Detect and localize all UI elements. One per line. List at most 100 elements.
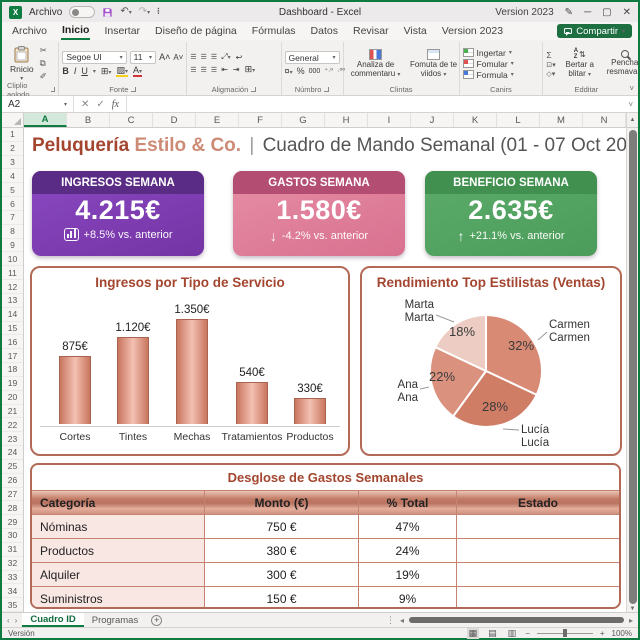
page-layout-view-icon[interactable]: ▤ — [486, 628, 499, 639]
row-header-33[interactable]: 33 — [2, 571, 23, 585]
ribbon-tab-insertar[interactable]: Insertar — [103, 24, 141, 39]
paste-button[interactable]: Rnicio ▾ — [7, 43, 37, 84]
font-size-select[interactable]: 11 ▾ — [129, 50, 157, 64]
zoom-in-icon[interactable]: + — [600, 629, 605, 638]
normal-view-icon[interactable]: ▦ — [466, 627, 480, 639]
share-button[interactable]: Compartir ▾ — [557, 24, 632, 38]
ribbon-tab-version-2023[interactable]: Version 2023 — [441, 24, 504, 39]
wrap-text-icon[interactable]: ↩ — [236, 53, 243, 62]
horizontal-scrollbar[interactable] — [408, 617, 624, 623]
row-header-2[interactable]: 2 — [2, 142, 23, 156]
italic-button[interactable]: I — [74, 66, 77, 76]
row-header-16[interactable]: 16 — [2, 335, 23, 350]
vertical-scrollbar-thumb[interactable] — [628, 130, 637, 604]
align-top-icon[interactable]: ☰ — [190, 53, 196, 61]
sheet-tab-programas[interactable]: Programas — [84, 613, 146, 627]
save-icon[interactable] — [102, 7, 113, 18]
sheet-canvas[interactable]: Peluquería Estilo & Co. | Cuadro de Mand… — [24, 128, 626, 612]
row-header-7[interactable]: 7 — [2, 211, 23, 225]
column-header-l[interactable]: L — [497, 113, 540, 127]
percent-style-icon[interactable]: % — [297, 66, 305, 76]
minimize-button[interactable]: ─ — [584, 7, 591, 18]
insert-function-icon[interactable]: fx — [112, 99, 119, 110]
zoom-slider[interactable] — [536, 629, 593, 637]
row-header-24[interactable]: 24 — [2, 446, 23, 460]
align-bottom-icon[interactable]: ☰ — [211, 53, 217, 61]
clear-icon[interactable]: ◇▾ — [546, 70, 555, 78]
table-row[interactable]: Alquiler 300 €19% — [32, 562, 619, 586]
row-header-26[interactable]: 26 — [2, 474, 23, 488]
comma-style-icon[interactable]: 000 — [309, 68, 321, 75]
vertical-scrollbar[interactable]: ▼ — [626, 128, 638, 612]
tab-splitter-icon[interactable]: ⋮ — [386, 615, 395, 626]
ribbon-tab-vista[interactable]: Vista — [403, 24, 428, 39]
grow-font-icon[interactable]: A˄ — [159, 52, 170, 62]
column-header-i[interactable]: I — [368, 113, 411, 127]
conditional-formatting-button[interactable]: Analiza de commentaru ▾ — [347, 43, 405, 84]
sheet-prev-icon[interactable]: ‹ — [7, 616, 10, 625]
zoom-out-icon[interactable]: − — [525, 629, 530, 638]
hscroll-right-icon[interactable]: ▸ — [629, 616, 633, 625]
row-header-28[interactable]: 28 — [2, 501, 23, 516]
dialog-launcher-icon[interactable] — [50, 87, 56, 92]
hscroll-left-icon[interactable]: ◂ — [400, 616, 404, 625]
format-as-table-button[interactable]: Fomuta de te viidos ▾ — [405, 43, 463, 84]
row-header-17[interactable]: 17 — [2, 349, 23, 364]
row-header-14[interactable]: 14 — [2, 308, 23, 322]
borders-icon[interactable]: ⊞▾ — [101, 66, 112, 77]
number-format-select[interactable]: General ▾ — [284, 51, 340, 64]
find-select-button[interactable]: Pencha resmava ▾ — [604, 43, 640, 84]
row-header-20[interactable]: 20 — [2, 391, 23, 405]
column-header-a[interactable]: A — [24, 113, 67, 127]
align-middle-icon[interactable]: ☰ — [201, 53, 207, 61]
column-header-f[interactable]: F — [239, 113, 282, 127]
row-header-29[interactable]: 29 — [2, 515, 23, 530]
align-right-icon[interactable]: ☰ — [211, 66, 217, 74]
dialog-launcher-icon[interactable] — [251, 87, 257, 92]
autosave-toggle[interactable] — [69, 6, 96, 18]
row-header-22[interactable]: 22 — [2, 418, 23, 433]
scroll-up-icon[interactable]: ▲ — [626, 113, 638, 127]
sort-filter-button[interactable]: A Z ⇅ Bertar a blitar ▾ — [560, 43, 600, 84]
merge-center-icon[interactable]: ⊞▾ — [245, 64, 256, 75]
row-header-8[interactable]: 8 — [2, 225, 23, 239]
row-header-21[interactable]: 21 — [2, 405, 23, 419]
column-header-c[interactable]: C — [110, 113, 153, 127]
collapse-ribbon-icon[interactable]: ˅ — [629, 84, 634, 93]
expand-formula-bar-icon[interactable]: ˅ — [623, 100, 638, 109]
cut-icon[interactable]: ✂ — [40, 45, 47, 56]
row-header-25[interactable]: 25 — [2, 460, 23, 474]
dialog-launcher-icon[interactable] — [324, 87, 330, 92]
column-header-m[interactable]: M — [540, 113, 583, 127]
name-box[interactable]: A2 ▾ — [2, 96, 74, 112]
maximize-button[interactable]: ▢ — [602, 7, 611, 18]
select-all-corner[interactable] — [2, 113, 24, 127]
delete-cells-button[interactable]: Fomular ▾ — [462, 59, 540, 69]
fill-color-icon[interactable]: ▨▾ — [116, 65, 128, 77]
row-header-1[interactable]: 1 — [2, 128, 23, 142]
undo-icon[interactable]: ↶▾ — [120, 7, 131, 17]
accounting-format-icon[interactable]: ¤▾ — [285, 66, 293, 76]
add-sheet-button[interactable]: + — [151, 614, 163, 626]
column-header-g[interactable]: G — [282, 113, 325, 127]
format-cells-button[interactable]: Formula ▾ — [462, 70, 540, 80]
copy-icon[interactable]: ⧉ — [40, 58, 47, 69]
ribbon-tab-datos[interactable]: Datos — [310, 24, 339, 39]
row-header-10[interactable]: 10 — [2, 252, 23, 267]
row-header-4[interactable]: 4 — [2, 169, 23, 184]
quick-access-toolbar-icon[interactable]: ᎒ — [157, 7, 159, 17]
column-header-b[interactable]: B — [67, 113, 110, 127]
dialog-launcher-icon[interactable] — [131, 87, 137, 92]
shrink-font-icon[interactable]: A˅ — [173, 53, 183, 62]
row-header-30[interactable]: 30 — [2, 529, 23, 543]
row-header-32[interactable]: 32 — [2, 557, 23, 571]
row-header-12[interactable]: 12 — [2, 280, 23, 294]
ribbon-tab-revisar[interactable]: Revisar — [352, 24, 390, 39]
ribbon-tab-dise-o-de-p-gina[interactable]: Diseño de página — [154, 24, 238, 39]
fill-icon[interactable]: ⊡▾ — [546, 61, 555, 69]
row-header-15[interactable]: 15 — [2, 322, 23, 336]
row-header-13[interactable]: 13 — [2, 294, 23, 308]
zoom-level[interactable]: 100% — [612, 629, 632, 638]
row-header-9[interactable]: 9 — [2, 239, 23, 253]
row-header-18[interactable]: 18 — [2, 363, 23, 377]
